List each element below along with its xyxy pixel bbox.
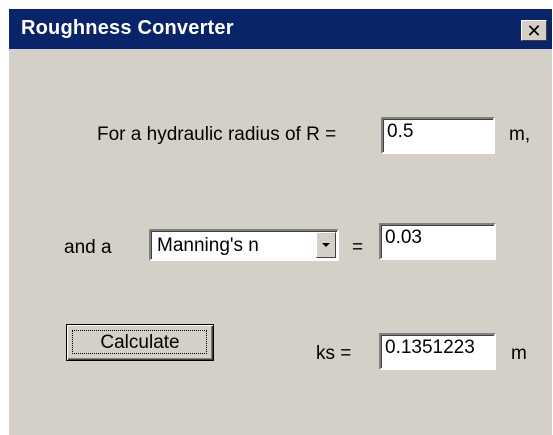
window-title: Roughness Converter [21,17,234,39]
equals-label: = [352,237,364,258]
title-bar[interactable]: Roughness Converter ✕ [9,9,552,49]
ks-result-field[interactable]: 0.1351223 [379,333,496,370]
ks-unit: m [511,343,527,364]
close-icon: ✕ [526,20,542,41]
dropdown-selected-value: Manning's n [157,235,259,256]
chevron-down-icon [322,243,330,247]
roughness-value-input[interactable]: 0.03 [379,223,496,260]
and-a-label: and a [64,237,112,258]
calculate-button[interactable]: Calculate [66,324,214,361]
hydraulic-radius-input[interactable]: 0.5 [381,117,495,154]
ks-label: ks = [316,343,352,364]
calculate-button-label: Calculate [100,332,180,353]
close-button[interactable]: ✕ [521,20,547,41]
roughness-converter-window: Roughness Converter ✕ For a hydraulic ra… [9,9,552,435]
roughness-type-dropdown[interactable]: Manning's n [149,229,339,261]
hydraulic-radius-unit: m, [509,124,531,145]
dropdown-arrow-button[interactable] [316,232,336,258]
hydraulic-radius-label: For a hydraulic radius of R = [97,124,337,145]
